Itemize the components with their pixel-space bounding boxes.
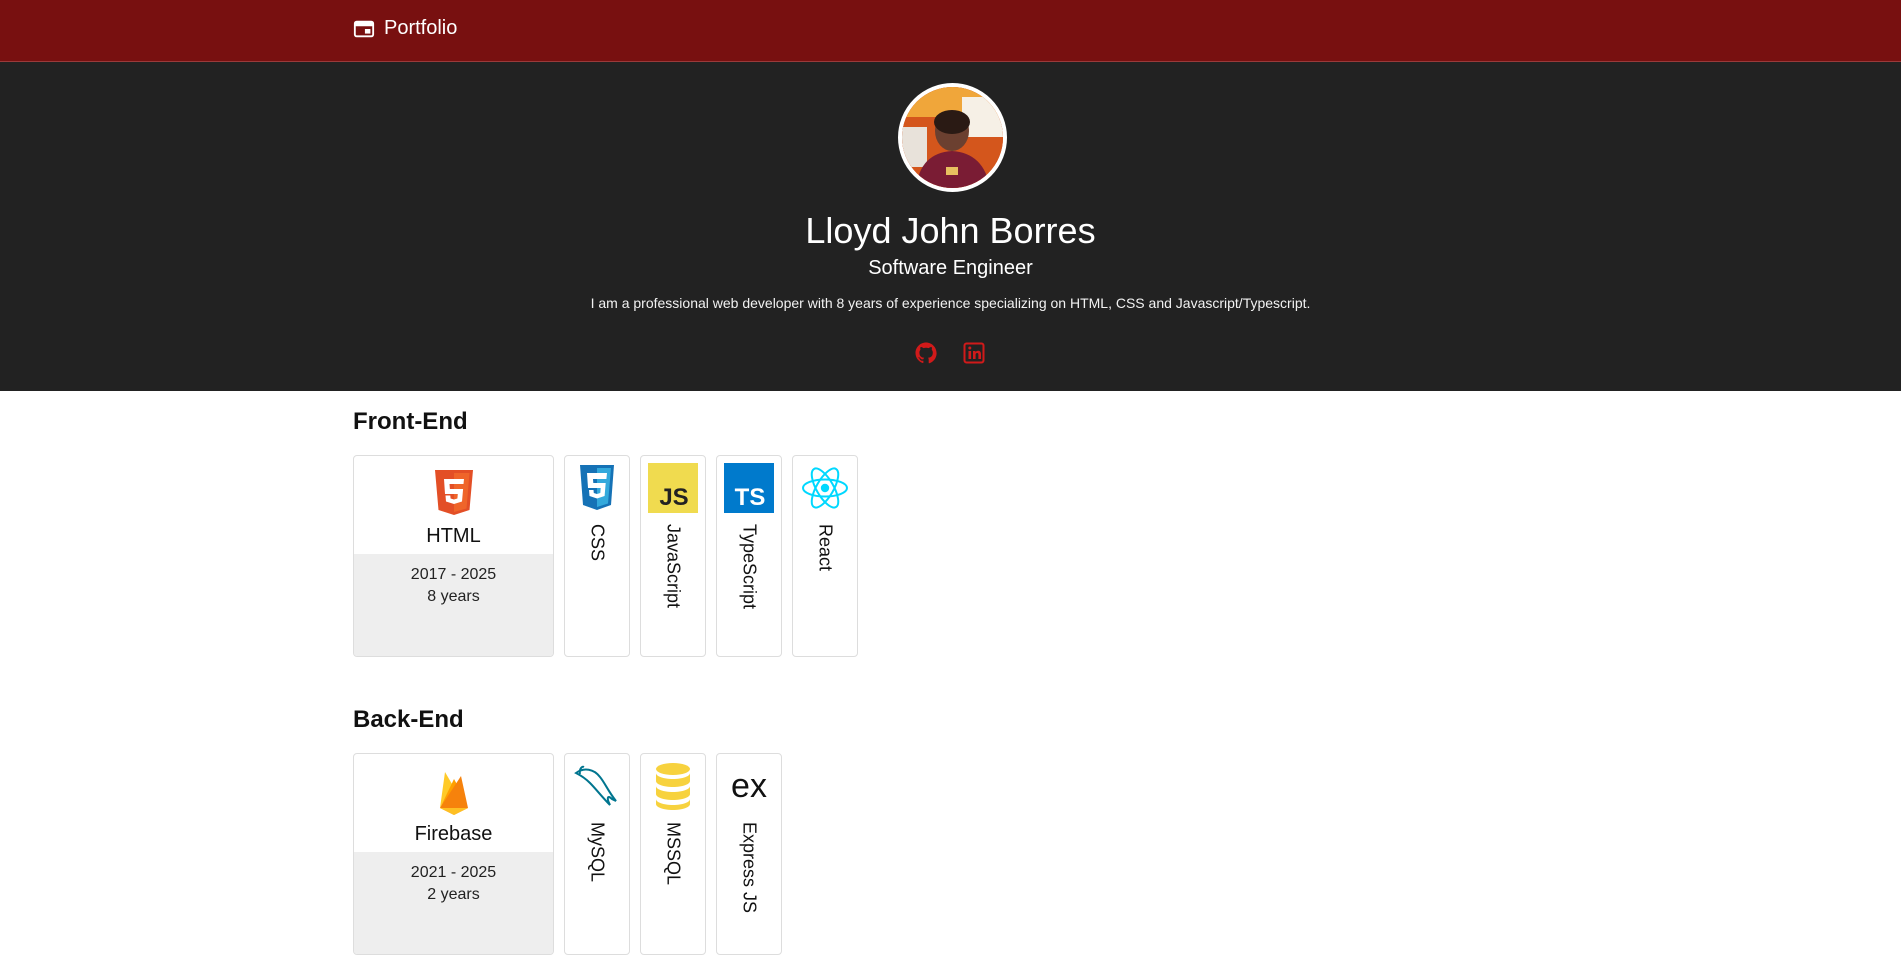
svg-text:ex: ex [731,767,767,805]
profile-bio: I am a professional web developer with 8… [590,295,1311,311]
github-link[interactable] [914,341,938,365]
section-title-front-end: Front-End [353,408,468,435]
skill-card-mssql[interactable]: MSSQL [640,753,706,955]
skill-card-css[interactable]: CSS [564,455,630,657]
profile-name: Lloyd John Borres [805,210,1096,251]
skill-name: React [815,524,836,572]
react-icon [802,467,848,509]
skill-name: Express JS [739,822,760,914]
skills-back-end: Firebase 2021 - 2025 2 years MySQL MSSQL… [353,753,782,955]
skill-name: TypeScript [739,524,760,610]
skill-name: MySQL [587,822,608,883]
skill-meta: 2017 - 2025 8 years [354,554,553,656]
skill-name: MSSQL [663,822,684,886]
skill-card-html[interactable]: HTML 2017 - 2025 8 years [353,455,554,657]
skill-years-range: 2017 - 2025 [410,566,497,583]
profile-hero: Lloyd John Borres Software Engineer I am… [0,62,1901,391]
skill-card-express-js[interactable]: ex Express JS [716,753,782,955]
profile-title: Software Engineer [868,257,1033,279]
linkedin-link[interactable] [962,341,986,365]
github-icon [915,342,937,364]
skill-name: CSS [587,524,608,562]
skill-name: Firebase [414,823,493,845]
social-links [914,341,986,365]
skill-card-javascript[interactable]: JS JavaScript [640,455,706,657]
mysql-icon [574,765,617,806]
express-icon: ex [731,767,767,805]
skill-card-firebase[interactable]: Firebase 2021 - 2025 2 years [353,753,554,955]
css3-icon [580,465,614,510]
section-title-back-end: Back-End [353,706,464,733]
skill-card-typescript[interactable]: TS TypeScript [716,455,782,657]
svg-text:JS: JS [659,484,688,511]
brand-link[interactable]: Portfolio [353,17,457,40]
skill-name: HTML [426,525,481,547]
linkedin-icon [963,342,985,364]
skills-front-end: HTML 2017 - 2025 8 years CSS JS JavaScri… [353,455,858,657]
database-icon [656,763,690,810]
avatar [898,83,1007,192]
profile-photo [902,87,1003,188]
skill-card-react[interactable]: React [792,455,858,657]
skill-card-mysql[interactable]: MySQL [564,753,630,955]
brand-label: Portfolio [384,17,458,39]
skill-meta: 2021 - 2025 2 years [354,852,553,954]
skill-duration: 2 years [427,886,480,903]
javascript-icon: JS [648,463,698,513]
skill-years-range: 2021 - 2025 [410,864,497,881]
skill-name: JavaScript [663,524,684,609]
skill-duration: 8 years [427,588,480,605]
browser-window-icon [353,20,375,37]
html5-icon [435,470,473,515]
svg-text:TS: TS [735,484,766,511]
top-navbar: Portfolio [0,0,1901,62]
firebase-icon [440,772,468,815]
typescript-icon: TS [724,463,774,513]
